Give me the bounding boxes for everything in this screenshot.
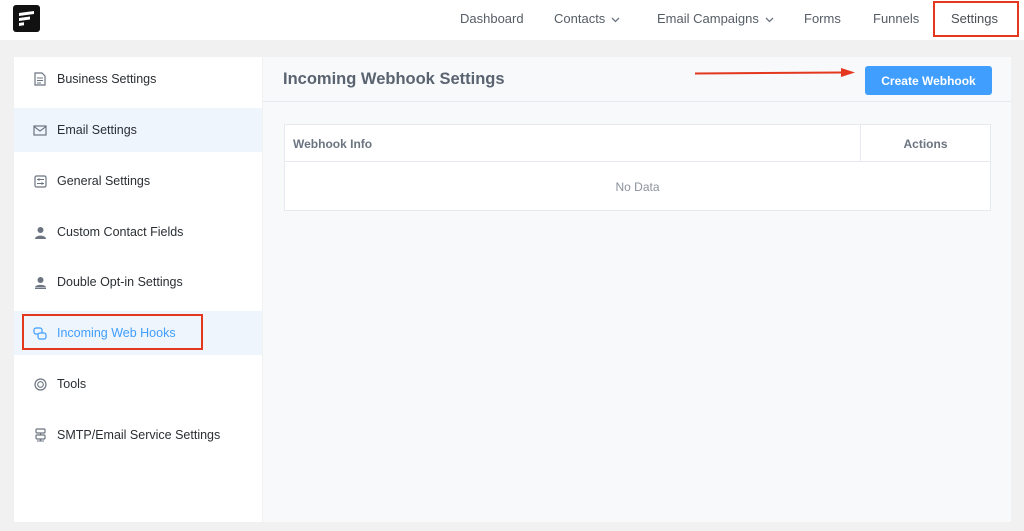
table-header-row: Webhook Info Actions	[285, 125, 990, 162]
settings-highlight-box	[933, 1, 1019, 37]
sidebar-item-smtp-email-service-settings[interactable]: SMTP/Email Service Settings	[14, 413, 262, 457]
sidebar-item-label: Business Settings	[57, 72, 157, 86]
sidebar-item-label: Email Settings	[57, 123, 137, 137]
nav-forms-label: Forms	[804, 10, 841, 26]
nav-dashboard[interactable]: Dashboard	[460, 0, 524, 36]
user-check-icon	[33, 275, 47, 289]
sidebar-item-label: General Settings	[57, 174, 151, 188]
nav-funnels-label: Funnels	[873, 10, 920, 26]
webhooks-table: Webhook Info Actions No Data	[284, 124, 991, 211]
sidebar-item-business-settings[interactable]: Business Settings	[14, 57, 262, 101]
envelope-icon	[33, 123, 47, 137]
nav-contacts-label: Contacts	[554, 10, 606, 26]
app-logo[interactable]	[13, 5, 40, 32]
webhooks-highlight-box	[22, 314, 203, 350]
sidebar-item-general-settings[interactable]: General Settings	[14, 159, 262, 203]
sidebar-item-custom-contact-fields[interactable]: Custom Contact Fields	[14, 210, 262, 254]
column-header-webhook-info: Webhook Info	[293, 137, 373, 151]
settings-card-icon	[33, 174, 47, 188]
chevron-down-icon	[765, 11, 774, 26]
nav-funnels[interactable]: Funnels	[873, 0, 919, 36]
empty-state-text: No Data	[615, 180, 660, 194]
nav-dashboard-label: Dashboard	[460, 10, 524, 26]
sidebar-item-label: Double Opt-in Settings	[57, 275, 183, 289]
column-header-actions: Actions	[903, 137, 948, 151]
nav-email-campaigns-label: Email Campaigns	[657, 10, 759, 26]
tools-icon	[33, 377, 47, 391]
main-panel: Incoming Webhook Settings Create Webhook…	[263, 57, 1011, 522]
top-navigation: Dashboard Contacts Email Campaigns Forms…	[0, 0, 1024, 40]
chevron-down-icon	[611, 11, 620, 26]
sidebar-item-double-opt-in-settings[interactable]: Double Opt-in Settings	[14, 260, 262, 304]
arrow-right-icon	[695, 68, 855, 77]
main-header: Incoming Webhook Settings Create Webhook	[263, 57, 1011, 102]
nav-forms[interactable]: Forms	[804, 0, 841, 36]
sidebar-item-label: Tools	[57, 377, 87, 391]
sidebar-item-email-settings[interactable]: Email Settings	[14, 108, 262, 152]
nav-contacts[interactable]: Contacts	[554, 0, 620, 36]
document-icon	[33, 72, 47, 86]
server-icon	[33, 428, 47, 442]
sidebar-item-tools[interactable]: Tools	[14, 362, 262, 406]
user-icon	[33, 225, 47, 239]
settings-sidebar: Business Settings Email Settings General…	[14, 57, 262, 522]
sidebar-item-label: SMTP/Email Service Settings	[57, 428, 221, 442]
create-webhook-button[interactable]: Create Webhook	[865, 66, 992, 95]
page-title: Incoming Webhook Settings	[283, 70, 505, 88]
nav-email-campaigns[interactable]: Email Campaigns	[657, 0, 774, 36]
sidebar-item-label: Custom Contact Fields	[57, 225, 184, 239]
